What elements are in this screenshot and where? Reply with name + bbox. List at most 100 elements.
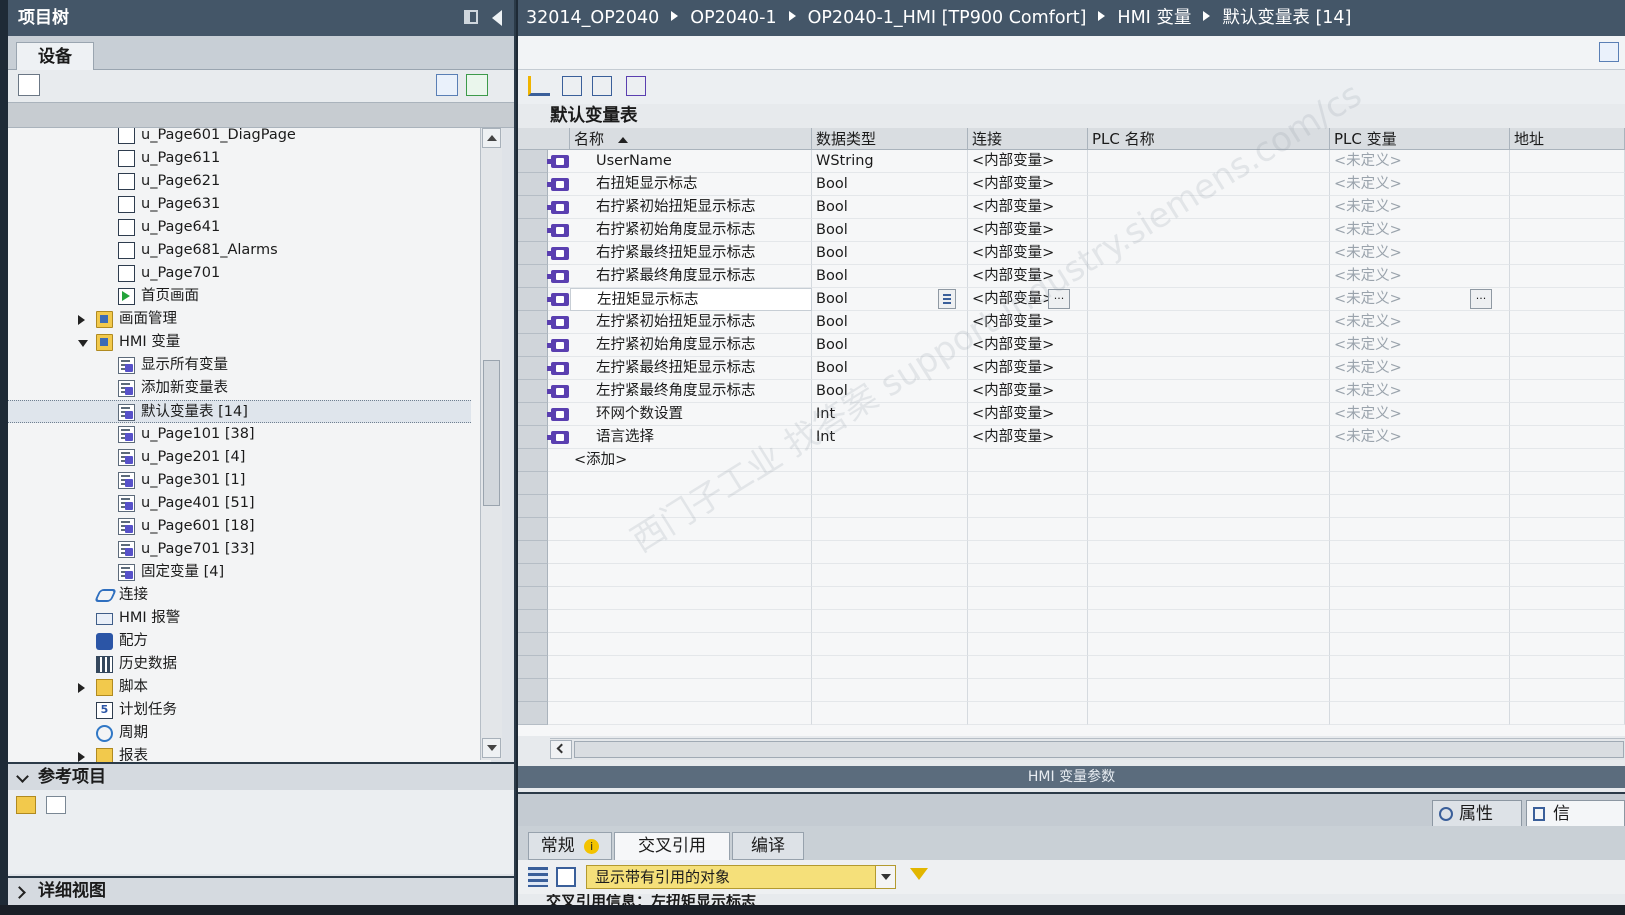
table-cell[interactable] [968,541,1088,564]
table-cell[interactable] [1088,656,1330,679]
table-cell[interactable]: 右拧紧最终角度显示标志 [570,265,812,288]
table-cell[interactable] [1330,495,1510,518]
table-cell[interactable] [570,541,812,564]
table-cell[interactable] [968,449,1088,472]
table-cell[interactable] [1088,679,1330,702]
row-header[interactable] [518,449,548,472]
reference-projects-header[interactable]: 参考项目 [8,762,514,790]
table-cell[interactable]: WString [812,150,968,173]
table-cell[interactable]: <内部变量> [968,219,1088,242]
table-cell[interactable] [1088,173,1330,196]
table-cell[interactable] [570,656,812,679]
expand-right-icon[interactable] [78,683,85,693]
table-cell[interactable]: 左拧紧最终扭矩显示标志 [570,357,812,380]
table-cell[interactable]: <未定义> [1330,334,1510,357]
table-cell[interactable] [1088,311,1330,334]
tree-item[interactable]: 默认变量表 [14] [8,400,471,423]
table-cell[interactable]: 右扭矩显示标志 [570,173,812,196]
table-cell[interactable]: 右拧紧最终扭矩显示标志 [570,242,812,265]
table-cell[interactable] [1510,150,1625,173]
row-header[interactable] [518,288,548,311]
table-cell[interactable] [570,610,812,633]
table-cell[interactable] [1088,196,1330,219]
update-tags-icon[interactable] [626,76,646,96]
table-cell[interactable]: <内部变量> [968,288,1088,311]
tree-item[interactable]: u_Page301 [1] [8,469,491,492]
row-header[interactable] [518,587,548,610]
close-reference-project-icon[interactable] [46,796,66,814]
row-header[interactable] [518,311,548,334]
table-cell[interactable] [570,702,812,725]
table-cell[interactable]: <未定义> [1330,150,1510,173]
tab-info[interactable]: 信 [1526,800,1625,828]
table-cell[interactable] [1330,541,1510,564]
table-cell[interactable]: 左拧紧初始角度显示标志 [570,334,812,357]
table-cell[interactable]: <内部变量> [968,242,1088,265]
table-cell[interactable] [1330,633,1510,656]
table-cell[interactable] [1330,702,1510,725]
table-cell[interactable]: <内部变量> [968,196,1088,219]
table-cell[interactable] [1510,495,1625,518]
scroll-down-button[interactable] [482,738,501,758]
table-cell[interactable] [812,610,968,633]
table-cell[interactable]: <内部变量> [968,265,1088,288]
table-cell[interactable] [1510,196,1625,219]
table-cell[interactable] [1510,403,1625,426]
table-cell[interactable]: 左扭矩显示标志 [570,288,812,311]
table-cell[interactable]: <内部变量> [968,426,1088,449]
editor-options-icon[interactable] [1599,42,1619,62]
tag-table-hscrollbar[interactable] [550,738,1625,760]
table-cell[interactable] [1330,472,1510,495]
table-cell[interactable] [1088,633,1330,656]
row-header[interactable] [518,426,548,449]
datatype-list-button[interactable] [938,289,956,309]
add-tag-cell[interactable]: <添加> [570,449,812,472]
table-cell[interactable] [570,472,812,495]
table-cell[interactable]: <未定义> [1330,357,1510,380]
tab-devices[interactable]: 设备 [16,42,94,71]
table-cell[interactable]: Int [812,403,968,426]
table-cell[interactable] [812,518,968,541]
table-cell[interactable] [570,679,812,702]
table-cell[interactable] [1088,334,1330,357]
table-cell[interactable]: Bool [812,173,968,196]
table-cell[interactable] [570,564,812,587]
table-cell[interactable]: 左拧紧初始扭矩显示标志 [570,311,812,334]
scroll-thumb[interactable] [483,360,500,506]
row-header[interactable] [518,219,548,242]
table-cell[interactable]: 环网个数设置 [570,403,812,426]
table-cell[interactable] [1088,219,1330,242]
filter-funnel-icon[interactable] [910,868,928,880]
tree-item[interactable]: HMI 报警 [8,607,491,630]
breadcrumb-item[interactable]: HMI 变量 [1117,8,1191,28]
breadcrumb-item[interactable]: OP2040-1_HMI [TP900 Comfort] [808,8,1087,28]
table-cell[interactable] [1088,426,1330,449]
table-cell[interactable]: Int [812,426,968,449]
tree-item[interactable]: u_Page641 [8,216,491,239]
table-cell[interactable] [1510,472,1625,495]
table-cell[interactable] [1330,518,1510,541]
tree-item[interactable]: u_Page611 [8,147,491,170]
table-cell[interactable]: <未定义> [1330,196,1510,219]
new-group-icon[interactable] [18,74,40,96]
expand-right-icon[interactable] [78,752,85,762]
table-cell[interactable] [1088,702,1330,725]
table-cell[interactable] [1510,288,1625,311]
table-cell[interactable] [812,541,968,564]
table-cell[interactable]: <未定义> [1330,380,1510,403]
table-cell[interactable] [1088,495,1330,518]
table-cell[interactable] [1330,564,1510,587]
table-cell[interactable]: <未定义> [1330,403,1510,426]
table-cell[interactable]: 右拧紧初始角度显示标志 [570,219,812,242]
expand-right-icon[interactable] [78,315,85,325]
table-cell[interactable] [812,656,968,679]
expand-all-icon[interactable] [528,867,548,887]
project-tree-scrollbar[interactable] [480,128,502,760]
table-cell[interactable] [812,449,968,472]
table-cell[interactable]: UserName [570,150,812,173]
plc-tag-browse-button[interactable]: ... [1470,289,1492,309]
table-cell[interactable] [1510,656,1625,679]
table-cell[interactable] [812,495,968,518]
table-cell[interactable] [812,587,968,610]
table-cell[interactable]: <未定义> [1330,311,1510,334]
